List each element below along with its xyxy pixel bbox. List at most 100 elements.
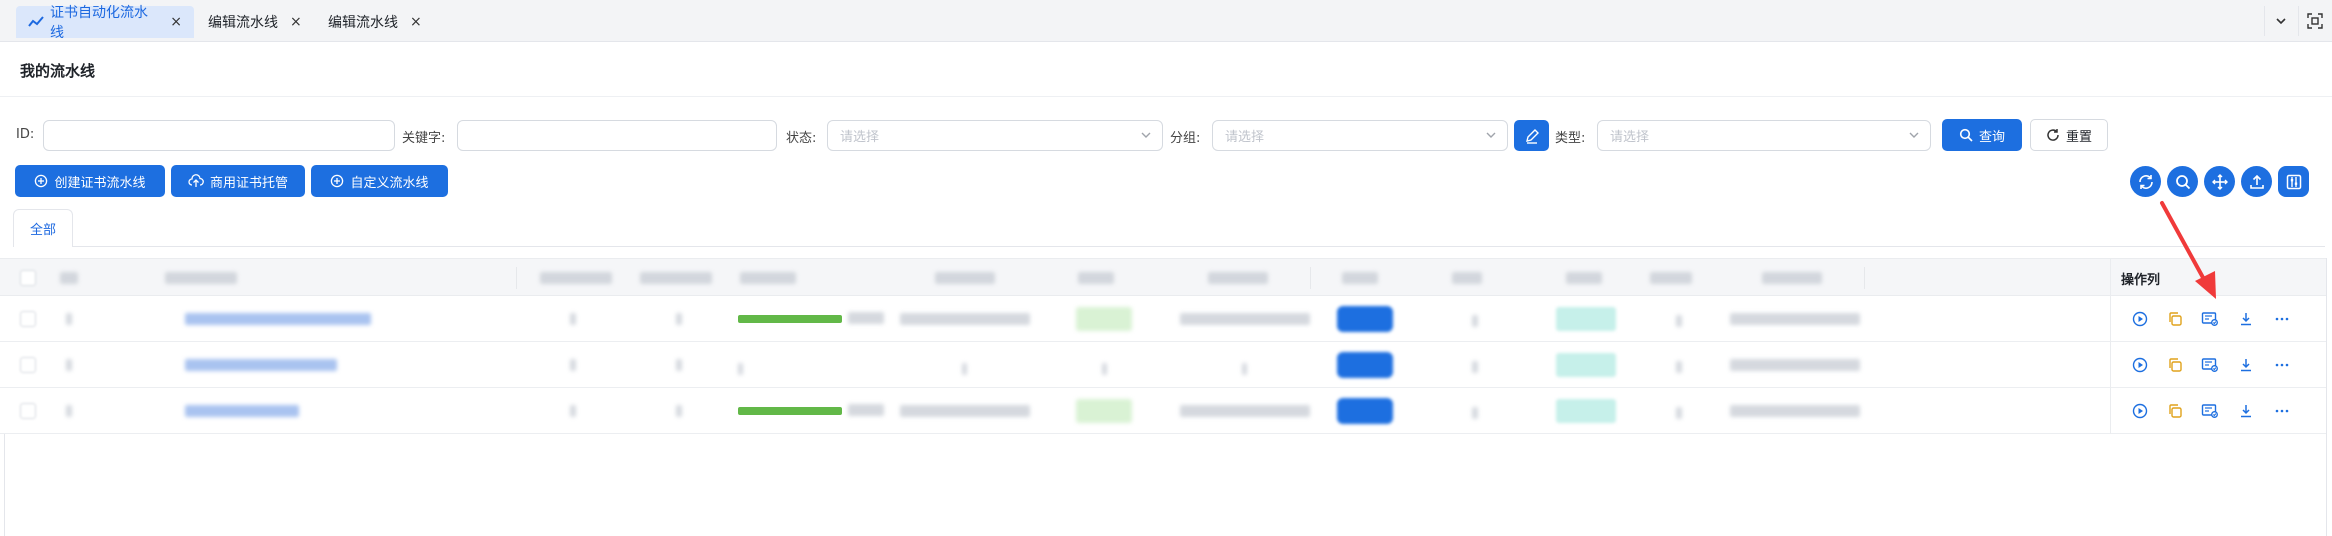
column-header	[740, 272, 796, 284]
pencil-icon	[1525, 128, 1539, 144]
copy-icon[interactable]	[2165, 309, 2185, 329]
tab-label: 编辑流水线	[208, 15, 278, 31]
upload-button[interactable]	[2241, 166, 2272, 197]
copy-icon[interactable]	[2165, 401, 2185, 421]
copy-icon[interactable]	[2165, 355, 2185, 375]
id-input[interactable]	[43, 120, 395, 151]
column-header	[1208, 272, 1268, 284]
cell-value	[676, 313, 682, 325]
tab-cert-pipeline[interactable]: 证书自动化流水线 ×	[16, 5, 194, 41]
status-placeholder: 请选择	[840, 130, 880, 145]
enable-toggle[interactable]	[1337, 398, 1393, 424]
refresh-button[interactable]	[2130, 166, 2161, 197]
plus-circle-icon	[35, 174, 48, 188]
cert-hosting-button[interactable]: 商用证书托管	[171, 165, 305, 197]
tab-all[interactable]: 全部	[13, 209, 73, 247]
group-select[interactable]: 请选择	[1212, 120, 1508, 151]
cell-value	[1472, 361, 1478, 373]
cert-hosting-label: 商用证书托管	[209, 175, 288, 191]
cell-value	[1730, 359, 1860, 371]
certificate-edit-icon[interactable]	[2200, 309, 2220, 329]
reset-button[interactable]: 重置	[2030, 119, 2108, 151]
run-icon[interactable]	[2130, 401, 2150, 421]
cell-value	[570, 313, 576, 325]
row-id	[66, 405, 72, 417]
status-label: 状态:	[786, 131, 817, 146]
cell-value	[1102, 363, 1107, 375]
column-header	[1566, 272, 1602, 284]
column-header	[540, 272, 612, 284]
column-header	[165, 272, 237, 284]
id-label: ID:	[16, 127, 35, 142]
edit-group-button[interactable]	[1514, 120, 1549, 151]
column-header	[1762, 272, 1822, 284]
more-icon[interactable]	[2272, 309, 2292, 329]
cell-value	[1676, 407, 1682, 419]
enable-toggle[interactable]	[1337, 306, 1393, 332]
custom-pipeline-button[interactable]: 自定义流水线	[311, 165, 448, 197]
tab-underline	[73, 246, 2325, 247]
create-pipeline-label: 创建证书流水线	[54, 175, 146, 191]
status-tag	[1076, 399, 1132, 423]
row-id	[66, 313, 72, 325]
search-icon	[2175, 174, 2190, 189]
pipeline-name-link[interactable]	[185, 359, 337, 371]
close-icon[interactable]: ×	[290, 14, 302, 30]
tab-label: 编辑流水线	[328, 15, 398, 31]
table-row[interactable]	[0, 342, 2326, 388]
more-icon[interactable]	[2272, 355, 2292, 375]
fullscreen-icon[interactable]	[2298, 6, 2330, 36]
create-pipeline-button[interactable]: 创建证书流水线	[15, 165, 165, 197]
plus-circle-icon	[331, 174, 344, 188]
type-placeholder: 请选择	[1610, 130, 1650, 145]
cell-value	[900, 405, 1030, 417]
table-row[interactable]	[0, 388, 2326, 434]
tab-edit-pipeline-1[interactable]: 编辑流水线 ×	[196, 6, 314, 38]
download-icon[interactable]	[2236, 309, 2256, 329]
type-tag	[1556, 307, 1616, 331]
cell-value	[1472, 315, 1478, 327]
row-checkbox[interactable]	[20, 311, 36, 327]
tab-edit-pipeline-2[interactable]: 编辑流水线 ×	[316, 6, 434, 38]
search-toggle-button[interactable]	[2167, 166, 2198, 197]
tab-bar: 证书自动化流水线 × 编辑流水线 × 编辑流水线 ×	[0, 0, 2332, 42]
row-checkbox[interactable]	[20, 403, 36, 419]
table-row[interactable]	[0, 296, 2326, 342]
move-button[interactable]	[2204, 166, 2235, 197]
run-icon[interactable]	[2130, 355, 2150, 375]
more-icon[interactable]	[2272, 401, 2292, 421]
select-all-checkbox[interactable]	[20, 270, 36, 286]
download-icon[interactable]	[2236, 401, 2256, 421]
enable-toggle[interactable]	[1337, 352, 1393, 378]
cell-value	[738, 363, 743, 375]
cell-value	[1730, 313, 1860, 325]
pipeline-name-link[interactable]	[185, 405, 299, 417]
cell-value	[1676, 315, 1682, 327]
cell-value	[962, 363, 967, 375]
run-icon[interactable]	[2130, 309, 2150, 329]
keyword-label: 关键字:	[402, 131, 446, 146]
status-select[interactable]: 请选择	[827, 120, 1163, 151]
row-id	[66, 359, 72, 371]
keyword-input[interactable]	[457, 120, 777, 151]
column-settings-button[interactable]	[2278, 166, 2309, 197]
search-button[interactable]: 查询	[1942, 119, 2022, 151]
cell-value	[900, 313, 1030, 325]
download-icon[interactable]	[2236, 355, 2256, 375]
cell-value	[570, 405, 576, 417]
column-header	[1078, 272, 1114, 284]
row-checkbox[interactable]	[20, 357, 36, 373]
progress-bar	[738, 407, 842, 415]
chevron-down-icon	[1140, 129, 1152, 145]
close-icon[interactable]: ×	[410, 14, 422, 30]
chevron-down-icon[interactable]	[2264, 6, 2296, 36]
pipeline-name-link[interactable]	[185, 313, 371, 325]
close-icon[interactable]: ×	[170, 14, 182, 30]
group-label: 分组:	[1170, 131, 1201, 146]
certificate-edit-icon[interactable]	[2200, 355, 2220, 375]
column-header	[1452, 272, 1482, 284]
progress-text	[848, 404, 884, 416]
chevron-down-icon	[1908, 129, 1920, 145]
type-select[interactable]: 请选择	[1597, 120, 1931, 151]
certificate-edit-icon[interactable]	[2200, 401, 2220, 421]
